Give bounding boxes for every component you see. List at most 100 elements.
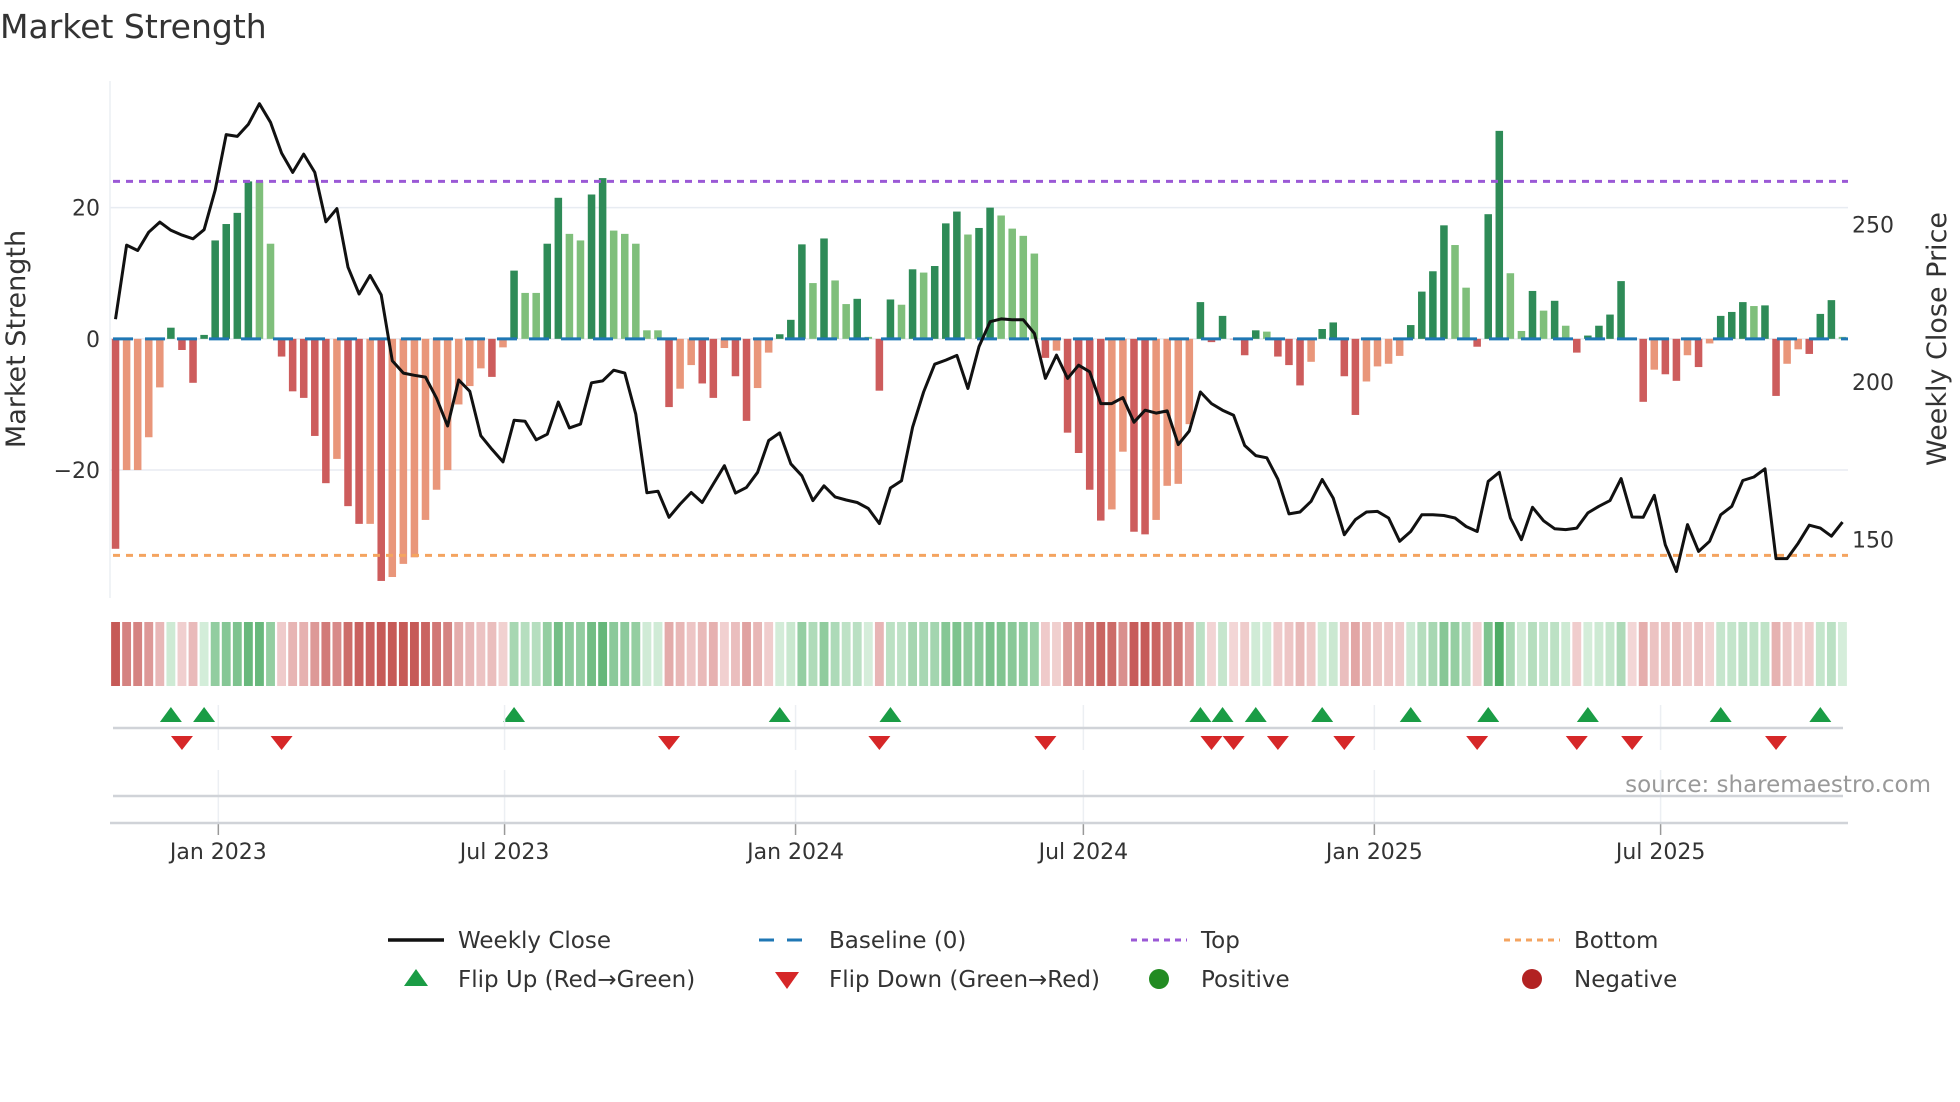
strength-bar	[299, 338, 308, 398]
strength-bar	[532, 292, 540, 339]
strength-bar	[211, 240, 219, 339]
strip-cell	[1705, 622, 1715, 686]
source-note: source: sharemaestro.com	[1625, 772, 1931, 798]
strip-cell	[443, 622, 453, 686]
strength-bar	[333, 338, 341, 459]
flip-down-marker	[1034, 736, 1057, 750]
strip-cell	[365, 622, 375, 686]
strength-bar	[676, 338, 684, 389]
strength-bar	[288, 338, 297, 392]
strip-cell	[155, 622, 165, 686]
strip-cell	[531, 622, 541, 686]
strength-bar	[1827, 300, 1836, 339]
strip-cell	[199, 622, 209, 686]
strip-cell	[764, 622, 774, 686]
strength-bar	[886, 299, 895, 339]
circle-icon	[1149, 969, 1169, 989]
strength-bar	[1108, 338, 1116, 510]
strength-bar	[986, 207, 994, 339]
strip-cell	[421, 622, 430, 686]
strength-bar	[377, 338, 385, 581]
strip-cell	[111, 622, 120, 686]
flip-up-marker	[503, 707, 526, 722]
strip-cell	[1251, 622, 1261, 686]
strip-cell	[1505, 622, 1515, 686]
strength-bar	[1462, 287, 1470, 339]
strip-cell	[1494, 622, 1504, 686]
strip-cell	[609, 622, 619, 686]
strip-cell	[1616, 622, 1626, 686]
strip-cell	[1716, 622, 1726, 686]
strip-cell	[1406, 622, 1416, 686]
strip-cell	[1074, 622, 1084, 686]
strip-cell	[122, 622, 132, 686]
market-strength-chart: Market Strength 200−20 250200150 Market …	[0, 7, 1953, 993]
strip-cell	[1561, 622, 1571, 686]
strip-cell	[255, 622, 264, 686]
strip-cell	[1384, 622, 1394, 686]
flip-down-marker	[1200, 736, 1223, 750]
strip-cell	[166, 622, 176, 686]
flip-down-marker	[1466, 736, 1489, 750]
strength-bar	[1595, 325, 1603, 339]
flip-up-marker	[1311, 707, 1334, 722]
strip-cell	[454, 622, 464, 686]
strip-cell	[1373, 622, 1382, 686]
strength-bar	[587, 194, 596, 339]
strength-bar	[1539, 310, 1548, 339]
strength-bar	[1451, 245, 1459, 339]
y-axis-label: Market Strength	[1, 230, 32, 448]
strip-cell	[1052, 622, 1061, 686]
strip-cell	[686, 622, 696, 686]
strip-cell	[1760, 622, 1770, 686]
x-tick-label: Jul 2023	[458, 840, 550, 865]
strip-cell	[1129, 622, 1139, 686]
strip-cell	[941, 622, 951, 686]
strength-bar	[410, 338, 419, 558]
strength-bar	[266, 243, 275, 339]
flip-down-marker	[868, 736, 891, 750]
x-tick-label: Jan 2023	[168, 840, 267, 865]
strength-bar	[1085, 338, 1094, 490]
strip-cell	[1029, 622, 1039, 686]
strength-bar	[1152, 338, 1160, 520]
strip-cell	[653, 622, 663, 686]
strip-cell	[1395, 622, 1405, 686]
strip-cell	[819, 622, 829, 686]
strength-bar	[1440, 225, 1448, 339]
legend-label: Weekly Close	[458, 928, 611, 954]
strength-bar	[1406, 325, 1415, 339]
strip-cell	[1273, 622, 1283, 686]
strength-bar	[753, 338, 762, 389]
x-tick-label: Jan 2024	[745, 840, 844, 865]
strip-cell	[1085, 622, 1095, 686]
strength-bar	[787, 319, 795, 339]
strip-cell	[919, 622, 929, 686]
strength-bar	[1362, 338, 1371, 382]
right-axis: 250 200 150	[1852, 214, 1894, 554]
strip-cell	[1539, 622, 1549, 686]
strip-cell	[277, 622, 287, 686]
flip-down-marker	[1266, 736, 1289, 750]
legend: Weekly Close Baseline (0) Top Bottom Flip Up…	[388, 928, 1677, 993]
strength-bar	[466, 338, 474, 387]
strength-bar	[200, 334, 208, 339]
strength-bar	[1683, 338, 1692, 356]
strength-bar	[1185, 338, 1194, 425]
strength-bar	[1240, 338, 1249, 356]
triangle-down-icon	[775, 972, 799, 989]
strip-cell	[731, 622, 740, 686]
strip-cell	[1229, 622, 1239, 686]
strength-bar	[698, 338, 707, 384]
strip-cell	[553, 622, 563, 686]
strength-bar	[133, 338, 142, 471]
strength-bar	[1528, 290, 1537, 339]
strip-cell	[808, 622, 818, 686]
flip-down-marker	[658, 736, 681, 750]
strength-bar	[798, 244, 806, 339]
y-tick-label: −20	[54, 459, 100, 484]
strip-cell	[620, 622, 630, 686]
strip-cell	[897, 622, 906, 686]
strip-cell	[576, 622, 585, 686]
strip-cell	[1804, 622, 1814, 686]
